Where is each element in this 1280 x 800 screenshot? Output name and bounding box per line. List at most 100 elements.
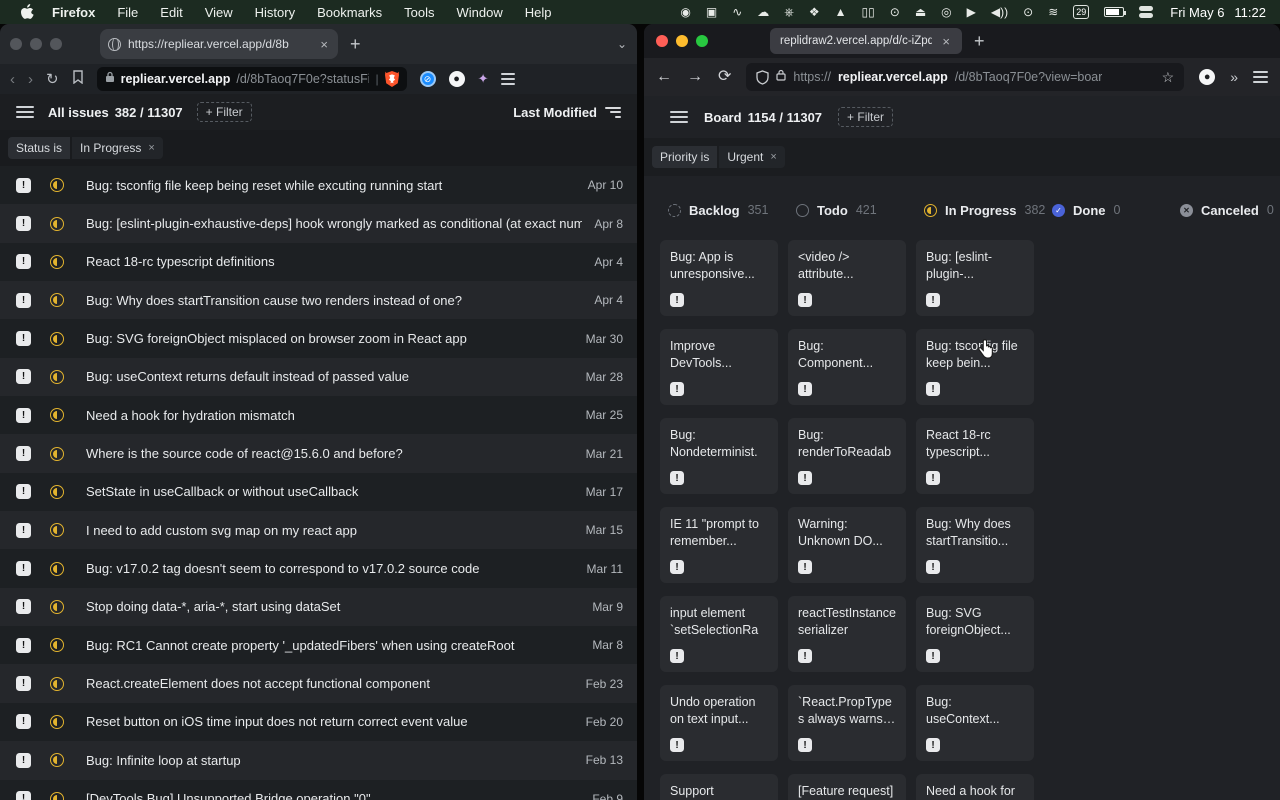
github-extension-icon[interactable]: ● [449, 71, 465, 87]
issue-row[interactable]: ! SetState in useCallback or without use… [0, 473, 637, 511]
zoom-window-button[interactable] [50, 38, 62, 50]
forward-button[interactable]: → [687, 69, 703, 85]
right-traffic-lights[interactable] [656, 35, 708, 47]
tracking-protection-shield-icon[interactable] [756, 70, 769, 85]
issue-row[interactable]: ! Bug: [eslint-plugin-exhaustive-deps] h… [0, 204, 637, 242]
docker-icon[interactable]: ⎈ [784, 6, 794, 18]
play-circle-icon[interactable]: ▶ [967, 6, 976, 18]
camera-icon[interactable]: ▣ [706, 6, 717, 18]
menu-window[interactable]: Window [457, 5, 503, 20]
password-manager-icon[interactable]: ⊘ [420, 71, 436, 87]
calendar-icon[interactable]: 29 [1073, 5, 1089, 19]
left-url-bar[interactable]: repliear.vercel.app /d/8bTaoq7F0e?status… [97, 67, 407, 91]
cloud-icon[interactable]: ☁ [757, 6, 769, 18]
control-center-icon[interactable] [1139, 6, 1155, 18]
kanban-card[interactable]: Bug: App is unresponsive... ! [660, 240, 778, 316]
kanban-card[interactable]: Bug: [eslint-plugin-... ! [916, 240, 1034, 316]
issue-row[interactable]: ! Bug: v17.0.2 tag doesn't seem to corre… [0, 549, 637, 587]
kanban-card[interactable]: Bug: Why does startTransitio... ! [916, 507, 1034, 583]
tab-close-button[interactable]: × [318, 37, 330, 52]
kanban-card[interactable]: React 18-rc typescript... ! [916, 418, 1034, 494]
browser-menu-icon[interactable] [501, 73, 515, 85]
menu-file[interactable]: File [117, 5, 138, 20]
issue-row[interactable]: ! I need to add custom svg map on my rea… [0, 511, 637, 549]
kanban-card[interactable]: Support asynchronous... ! [660, 774, 778, 800]
sort-label[interactable]: Last Modified [513, 105, 597, 120]
remove-filter-icon[interactable]: × [148, 142, 154, 154]
close-window-button[interactable] [656, 35, 668, 47]
add-filter-button[interactable]: + Filter [197, 102, 252, 122]
issue-row[interactable]: ! React 18-rc typescript definitions Apr… [0, 243, 637, 281]
circled-zero-icon[interactable]: ⊙ [890, 6, 900, 18]
kanban-card[interactable]: IE 11 "prompt to remember... ! [660, 507, 778, 583]
assist-icon[interactable]: ⊙ [1023, 6, 1033, 18]
sidebar-toggle-icon[interactable] [16, 106, 34, 118]
new-tab-button[interactable]: + [350, 34, 361, 55]
sort-order-icon[interactable] [605, 107, 621, 118]
back-button[interactable]: ‹ [10, 72, 15, 87]
menu-bookmarks[interactable]: Bookmarks [317, 5, 382, 20]
brave-shield-icon[interactable] [385, 71, 399, 87]
issue-row[interactable]: ! Bug: Why does startTransition cause tw… [0, 281, 637, 319]
kanban-card[interactable]: Bug: useContext... ! [916, 685, 1034, 761]
issue-row[interactable]: ! Reset button on iOS time input does no… [0, 703, 637, 741]
forward-button[interactable]: › [28, 72, 33, 87]
bookmark-icon[interactable] [72, 70, 84, 89]
issue-row[interactable]: ! React.createElement does not accept fu… [0, 664, 637, 702]
issue-row[interactable]: ! Bug: Infinite loop at startup Feb 13 [0, 741, 637, 779]
issue-row[interactable]: ! Bug: useContext returns default instea… [0, 358, 637, 396]
kanban-card[interactable]: input element `setSelectionRa ! [660, 596, 778, 672]
filter-field-chip[interactable]: Priority is [652, 146, 717, 168]
issue-row[interactable]: ! Need a hook for hydration mismatch Mar… [0, 396, 637, 434]
kanban-card[interactable]: Bug: tsconfig file keep bein... ! [916, 329, 1034, 405]
issue-row[interactable]: ! Where is the source code of react@15.6… [0, 434, 637, 472]
remove-filter-icon[interactable]: × [770, 151, 776, 163]
bookmark-star-icon[interactable]: ☆ [1162, 69, 1175, 86]
tab-close-button[interactable]: × [940, 34, 952, 49]
browser-menu-icon[interactable] [1253, 71, 1268, 83]
new-tab-button[interactable]: + [974, 31, 985, 52]
triangle-app-icon[interactable]: ▲ [835, 6, 847, 18]
filter-value-chip[interactable]: In Progress × [72, 137, 163, 159]
kanban-card[interactable]: Bug: Component... ! [788, 329, 906, 405]
back-button[interactable]: ← [656, 69, 672, 85]
kanban-card[interactable]: Bug: SVG foreignObject... ! [916, 596, 1034, 672]
issue-row[interactable]: ! Stop doing data-*, aria-*, start using… [0, 588, 637, 626]
upload-box-icon[interactable]: ⏏ [915, 6, 926, 18]
minimize-window-button[interactable] [676, 35, 688, 47]
menu-help[interactable]: Help [525, 5, 552, 20]
kanban-card[interactable]: Bug: renderToReadab ! [788, 418, 906, 494]
left-traffic-lights[interactable] [10, 38, 62, 50]
dropbox-icon[interactable]: ❖ [809, 6, 820, 18]
kanban-card[interactable]: Need a hook for hydration... ! [916, 774, 1034, 800]
extensions-icon[interactable]: ✦ [478, 71, 489, 87]
kanban-card[interactable]: Warning: Unknown DO... ! [788, 507, 906, 583]
sidebar-toggle-icon[interactable] [670, 111, 688, 123]
add-filter-button[interactable]: + Filter [838, 107, 893, 127]
reload-button[interactable]: ↻ [46, 72, 59, 87]
apple-icon[interactable] [20, 4, 34, 20]
right-url-bar[interactable]: https:// repliear.vercel.app /d/8bTaoq7F… [746, 63, 1184, 91]
left-browser-tab[interactable]: https://repliear.vercel.app/d/8b × [100, 29, 338, 59]
window-tiles-icon[interactable]: ▯▯ [862, 6, 875, 18]
issue-row[interactable]: ! Bug: RC1 Cannot create property '_upda… [0, 626, 637, 664]
kanban-card[interactable]: reactTestInstance serializer ! [788, 596, 906, 672]
record-icon[interactable]: ◉ [680, 6, 690, 18]
github-extension-icon[interactable]: ● [1199, 69, 1215, 85]
menu-edit[interactable]: Edit [160, 5, 182, 20]
menu-firefox[interactable]: Firefox [52, 5, 95, 20]
menu-history[interactable]: History [255, 5, 295, 20]
issue-row[interactable]: ! Bug: SVG foreignObject misplaced on br… [0, 319, 637, 357]
minimize-window-button[interactable] [30, 38, 42, 50]
kanban-card[interactable]: `React.PropTypes always warns ab ! [788, 685, 906, 761]
tab-list-chevron-icon[interactable]: ⌄ [617, 37, 627, 51]
filter-value-chip[interactable]: Urgent × [719, 146, 784, 168]
volume-icon[interactable]: ◀)) [991, 6, 1008, 18]
menubar-clock[interactable]: Fri May 6 11:22 [1170, 5, 1266, 20]
reload-button[interactable]: ⟳ [718, 69, 731, 85]
filter-field-chip[interactable]: Status is [8, 137, 70, 159]
menu-tools[interactable]: Tools [404, 5, 434, 20]
zoom-window-button[interactable] [696, 35, 708, 47]
menu-view[interactable]: View [205, 5, 233, 20]
kanban-card[interactable]: Improve DevTools... ! [660, 329, 778, 405]
